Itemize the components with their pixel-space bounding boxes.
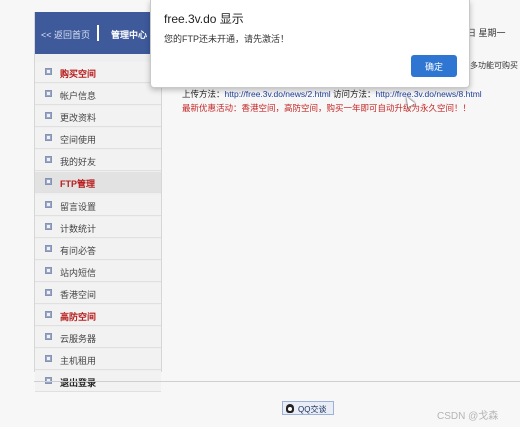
menu-bullet-icon: [45, 355, 52, 363]
sidebar-item-label: FTP管理: [60, 179, 95, 190]
menu-bullet-icon: [45, 266, 52, 274]
menu-bullet-icon: [45, 68, 52, 75]
sidebar-item[interactable]: 香港空间: [35, 282, 161, 304]
menu-bullet-icon: [45, 311, 52, 319]
menu-bullet-icon: [45, 244, 52, 252]
sidebar-item[interactable]: 购买空间: [35, 62, 161, 83]
menu-bullet-icon: [45, 288, 52, 296]
upload-method-label: 上传方法：: [182, 89, 225, 99]
sidebar-item-label: 帐户信息: [60, 91, 97, 102]
header-separator: [97, 25, 99, 41]
back-home-link[interactable]: << 返回首页: [41, 28, 90, 41]
sidebar-item[interactable]: 主机租用: [35, 349, 161, 371]
sidebar-item[interactable]: FTP管理: [35, 172, 161, 194]
sidebar-item-label: 退出登录: [60, 378, 97, 389]
sidebar-item[interactable]: 更改资料: [35, 106, 161, 128]
upload-info-line: 上传方法：http://free.3v.do/news/2.html 访问方法：…: [182, 88, 482, 100]
management-center-title: 管理中心: [111, 30, 148, 40]
dialog-title: free.3v.do 显示: [164, 12, 244, 26]
sidebar-item[interactable]: 有问必答: [35, 238, 161, 260]
footer-divider: [34, 381, 520, 382]
alert-dialog: free.3v.do 显示 您的FTP还未开通，请先激活！ 确定: [150, 0, 470, 88]
sidebar-item-label: 高防空间: [60, 312, 97, 323]
sidebar-item[interactable]: 高防空间: [35, 305, 161, 327]
sidebar: << 返回首页 管理中心 购买空间帐户信息更改资料空间使用我的好友 FTP管理留言…: [34, 12, 162, 393]
dialog-ok-button[interactable]: 确定: [411, 55, 457, 77]
sidebar-header: << 返回首页 管理中心: [35, 12, 161, 54]
sidebar-item-label: 有问必答: [60, 245, 97, 256]
qq-chat-label: QQ交谈: [298, 405, 327, 414]
sidebar-item[interactable]: 帐户信息: [35, 84, 161, 106]
promotion-notice: 最新优惠活动：香港空间，高防空间，购买一年即可自动升级为永久空间！！: [182, 103, 472, 113]
sidebar-item-label: 香港空间: [60, 289, 97, 300]
upload-method-link[interactable]: http://free.3v.do/news/2.html: [225, 89, 331, 99]
page-background: << 返回首页 管理中心 购买空间帐户信息更改资料空间使用我的好友 FTP管理留言…: [0, 0, 520, 427]
sidebar-item-label: 云服务器: [60, 334, 97, 345]
csdn-watermark: CSDN @戈森: [437, 411, 499, 422]
qq-penguin-icon: [286, 404, 294, 413]
menu-bullet-icon: [45, 200, 52, 208]
menu-bullet-icon: [45, 112, 52, 120]
promo-text-fragment: 多功能可购买: [470, 61, 518, 70]
sidebar-item-label: 购买空间: [60, 69, 97, 79]
sidebar-item[interactable]: 我的好友: [35, 150, 161, 172]
dialog-message: 您的FTP还未开通，请先激活！: [164, 34, 289, 44]
sidebar-item-label: 站内短信: [60, 267, 97, 278]
sidebar-item-label: 我的好友: [60, 157, 97, 168]
menu-bullet-icon: [45, 178, 52, 186]
qq-chat-button[interactable]: QQ交谈: [282, 401, 334, 415]
menu-bullet-icon: [45, 156, 52, 164]
sidebar-item-label: 主机租用: [60, 356, 97, 367]
menu-bullet-icon: [45, 333, 52, 341]
sidebar-item-label: 留言设置: [60, 201, 97, 212]
sidebar-item[interactable]: 空间使用: [35, 128, 161, 150]
sidebar-item-label: 空间使用: [60, 135, 97, 146]
sidebar-item[interactable]: 计数统计: [35, 216, 161, 238]
menu-bullet-icon: [45, 134, 52, 142]
access-method-label: 访问方法：: [330, 89, 376, 99]
sidebar-item[interactable]: 站内短信: [35, 260, 161, 282]
sidebar-item[interactable]: 留言设置: [35, 194, 161, 216]
menu-bullet-icon: [45, 222, 52, 230]
sidebar-menu: 购买空间帐户信息更改资料空间使用我的好友 FTP管理留言设置计数统计有问必答站内短…: [35, 62, 161, 393]
date-text: 日 星期一: [467, 28, 506, 38]
sidebar-item[interactable]: 云服务器: [35, 327, 161, 349]
access-method-link[interactable]: http://free.3v.do/news/8.html: [376, 89, 482, 99]
sidebar-item-label: 更改资料: [60, 113, 97, 124]
sidebar-item-label: 计数统计: [60, 223, 97, 234]
menu-bullet-icon: [45, 90, 52, 98]
